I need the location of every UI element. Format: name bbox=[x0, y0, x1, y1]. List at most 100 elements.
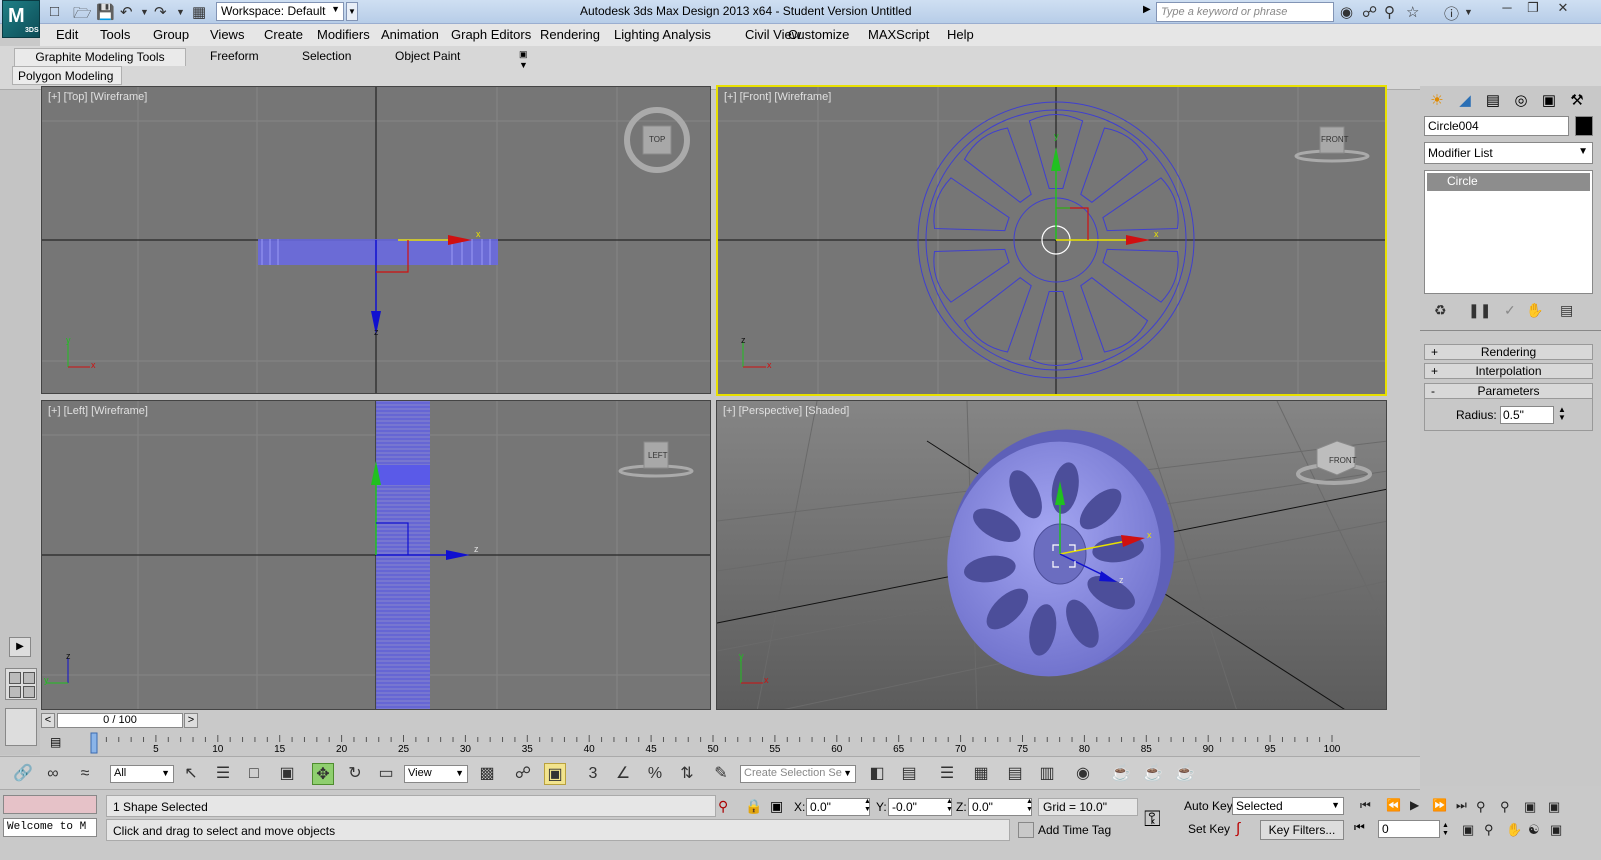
key-mode-toggle-icon[interactable]: ⏮ bbox=[1354, 820, 1365, 835]
z-coordinate-field[interactable]: 0.0" bbox=[968, 798, 1032, 816]
zoom-extents-icon[interactable]: ▣ bbox=[1524, 799, 1536, 815]
viewcube-top[interactable]: TOP bbox=[649, 135, 665, 144]
select-and-link-icon[interactable]: 🔗 bbox=[12, 763, 34, 785]
time-slider-thumb[interactable]: 0 / 100 bbox=[57, 713, 183, 728]
auto-key-button[interactable]: Auto Key bbox=[1184, 799, 1233, 813]
maxscript-mini-listener[interactable]: Welcome to M bbox=[3, 818, 97, 837]
favorites-star-icon[interactable]: ☆ bbox=[1406, 3, 1419, 21]
menu-create[interactable]: Create bbox=[264, 27, 303, 42]
window-crossing-icon[interactable]: ▣ bbox=[276, 763, 298, 785]
zoom-region-icon[interactable]: ⚲ bbox=[1484, 822, 1494, 838]
undo-icon[interactable]: ↶ bbox=[120, 3, 133, 21]
redo-dropdown-icon[interactable]: ▼ bbox=[176, 7, 185, 17]
rendered-frame-window-icon[interactable]: ☕ bbox=[1142, 763, 1164, 785]
select-by-name-icon[interactable]: ☰ bbox=[212, 763, 234, 785]
zoom-all-icon[interactable]: ⚲ bbox=[1500, 799, 1510, 815]
lock-selection-icon[interactable]: 🔒 bbox=[745, 798, 762, 815]
menu-animation[interactable]: Animation bbox=[381, 27, 439, 42]
go-to-end-icon[interactable]: ⏭ bbox=[1456, 798, 1467, 813]
project-folder-icon[interactable]: ▦ bbox=[192, 3, 206, 21]
schematic-view-icon[interactable]: ▥ bbox=[1036, 763, 1058, 785]
material-editor-icon[interactable]: ◉ bbox=[1072, 763, 1094, 785]
set-key-button[interactable]: Set Key bbox=[1188, 822, 1230, 836]
viewport-label-front[interactable]: [+] [Front] [Wireframe] bbox=[724, 91, 831, 103]
viewcube-front[interactable]: FRONT bbox=[1321, 135, 1349, 144]
viewcube-perspective[interactable]: FRONT bbox=[1329, 456, 1357, 465]
quick-access-dropdown[interactable]: ▼ bbox=[346, 2, 358, 21]
pan-view-icon[interactable]: ✋ bbox=[1506, 822, 1522, 838]
selection-filter-dropdown[interactable]: All ▼ bbox=[110, 765, 174, 783]
select-and-scale-icon[interactable]: ▭ bbox=[375, 763, 397, 785]
menu-lighting-analysis[interactable]: Lighting Analysis bbox=[614, 27, 711, 42]
viewcube-left[interactable]: LEFT bbox=[648, 451, 668, 460]
set-keys-icon[interactable]: ⚿ bbox=[1144, 806, 1161, 832]
ribbon-options-icon[interactable]: ▣ ▼ bbox=[519, 49, 534, 70]
render-production-icon[interactable]: ☕ bbox=[1174, 763, 1196, 785]
rectangular-selection-icon[interactable]: □ bbox=[243, 763, 265, 785]
viewport-layout-button[interactable] bbox=[5, 668, 37, 700]
maximize-viewport-icon[interactable]: ▣ bbox=[1550, 822, 1562, 838]
previous-key-icon[interactable]: ⏪ bbox=[1386, 798, 1401, 812]
help-icon[interactable]: ⓘ bbox=[1444, 3, 1459, 24]
tab-graphite-modeling-tools[interactable]: Graphite Modeling Tools bbox=[14, 48, 186, 66]
named-selection-sets-dropdown[interactable]: Create Selection Se ▼ bbox=[740, 765, 856, 783]
workspace-dropdown[interactable]: Workspace: Default ▼ bbox=[216, 2, 344, 21]
orbit-icon[interactable]: ☯ bbox=[1528, 822, 1540, 838]
binoculars-icon[interactable]: ◉ bbox=[1340, 3, 1353, 21]
minimize-icon[interactable]: ─ bbox=[1494, 0, 1520, 18]
frame-spinner[interactable]: ▲ ▼ bbox=[1442, 822, 1449, 838]
rollout-parameters[interactable]: - Parameters bbox=[1424, 383, 1593, 399]
stack-item-circle[interactable]: Circle bbox=[1427, 173, 1590, 191]
restore-icon[interactable]: ❐ bbox=[1520, 0, 1546, 18]
menu-customize[interactable]: Customize bbox=[788, 27, 849, 42]
next-frame-button[interactable]: > bbox=[184, 713, 198, 728]
z-spinner[interactable]: ▲ ▼ bbox=[1026, 798, 1033, 814]
subscription-icon[interactable]: ☍ bbox=[1362, 3, 1377, 21]
modifier-list-dropdown[interactable]: Modifier List ▼ bbox=[1424, 142, 1593, 164]
radius-field[interactable]: 0.5" bbox=[1500, 406, 1554, 424]
tab-object-paint[interactable]: Object Paint bbox=[389, 48, 466, 66]
zoom-extents-all-icon[interactable]: ▣ bbox=[1548, 799, 1560, 815]
menu-group[interactable]: Group bbox=[153, 27, 189, 42]
menu-edit[interactable]: Edit bbox=[56, 27, 78, 42]
redo-icon[interactable]: ↷ bbox=[154, 3, 167, 21]
undo-dropdown-icon[interactable]: ▼ bbox=[140, 7, 149, 17]
object-name-field[interactable]: Circle004 bbox=[1424, 116, 1569, 136]
close-icon[interactable]: ✕ bbox=[1550, 0, 1576, 18]
spinner-snap-icon[interactable]: ⇅ bbox=[676, 763, 698, 785]
menu-modifiers[interactable]: Modifiers bbox=[317, 27, 370, 42]
viewport-label-left[interactable]: [+] [Left] [Wireframe] bbox=[48, 405, 148, 417]
tab-freeform[interactable]: Freeform bbox=[204, 48, 265, 66]
expand-play-icon[interactable]: ▶ bbox=[9, 637, 31, 657]
align-icon[interactable]: ▤ bbox=[898, 763, 920, 785]
add-time-tag-button[interactable]: Add Time Tag bbox=[1038, 823, 1111, 837]
make-unique-icon[interactable]: ✓ bbox=[1504, 302, 1516, 319]
menu-rendering[interactable]: Rendering bbox=[540, 27, 600, 42]
default-tangent-icon[interactable]: ∫ bbox=[1236, 820, 1240, 837]
tab-selection[interactable]: Selection bbox=[296, 48, 357, 66]
select-and-manipulate-icon[interactable]: ☍ bbox=[512, 763, 534, 785]
key-mode-dropdown[interactable]: Selected ▼ bbox=[1232, 797, 1344, 815]
time-slider[interactable]: < 0 / 100 > bbox=[40, 712, 1390, 730]
unlink-icon[interactable]: ∞ bbox=[42, 763, 64, 785]
zoom-icon[interactable]: ⚲ bbox=[1476, 799, 1486, 815]
y-coordinate-field[interactable]: -0.0" bbox=[888, 798, 952, 816]
communication-icon[interactable]: ⚲ bbox=[1384, 3, 1395, 21]
viewport-label-top[interactable]: [+] [Top] [Wireframe] bbox=[48, 91, 147, 103]
viewport-label-perspective[interactable]: [+] [Perspective] [Shaded] bbox=[723, 405, 849, 417]
menu-tools[interactable]: Tools bbox=[100, 27, 130, 42]
graphite-toggle-icon[interactable]: ▦ bbox=[970, 763, 992, 785]
menu-help[interactable]: Help bbox=[947, 27, 974, 42]
keyboard-shortcut-override-icon[interactable]: ▣ bbox=[544, 763, 566, 785]
display-panel-icon[interactable]: ▣ bbox=[1538, 90, 1560, 112]
viewport-perspective[interactable]: x z y x [+] [Perspective] [Shaded] FRONT bbox=[716, 400, 1387, 710]
reference-coordinate-dropdown[interactable]: View ▼ bbox=[404, 765, 468, 783]
current-frame-field[interactable]: 0 bbox=[1378, 820, 1440, 838]
select-and-move-icon[interactable]: ✥ bbox=[312, 763, 334, 785]
viewport-top[interactable]: x z y x [+] [Top] [Wireframe] TOP bbox=[41, 86, 711, 394]
previous-frame-button[interactable]: < bbox=[41, 713, 55, 728]
create-panel-icon[interactable]: ☀ bbox=[1426, 90, 1448, 112]
next-key-icon[interactable]: ⏩ bbox=[1432, 798, 1447, 812]
bind-space-warp-icon[interactable]: ≈ bbox=[74, 763, 96, 785]
save-file-icon[interactable]: 💾 bbox=[96, 3, 115, 21]
